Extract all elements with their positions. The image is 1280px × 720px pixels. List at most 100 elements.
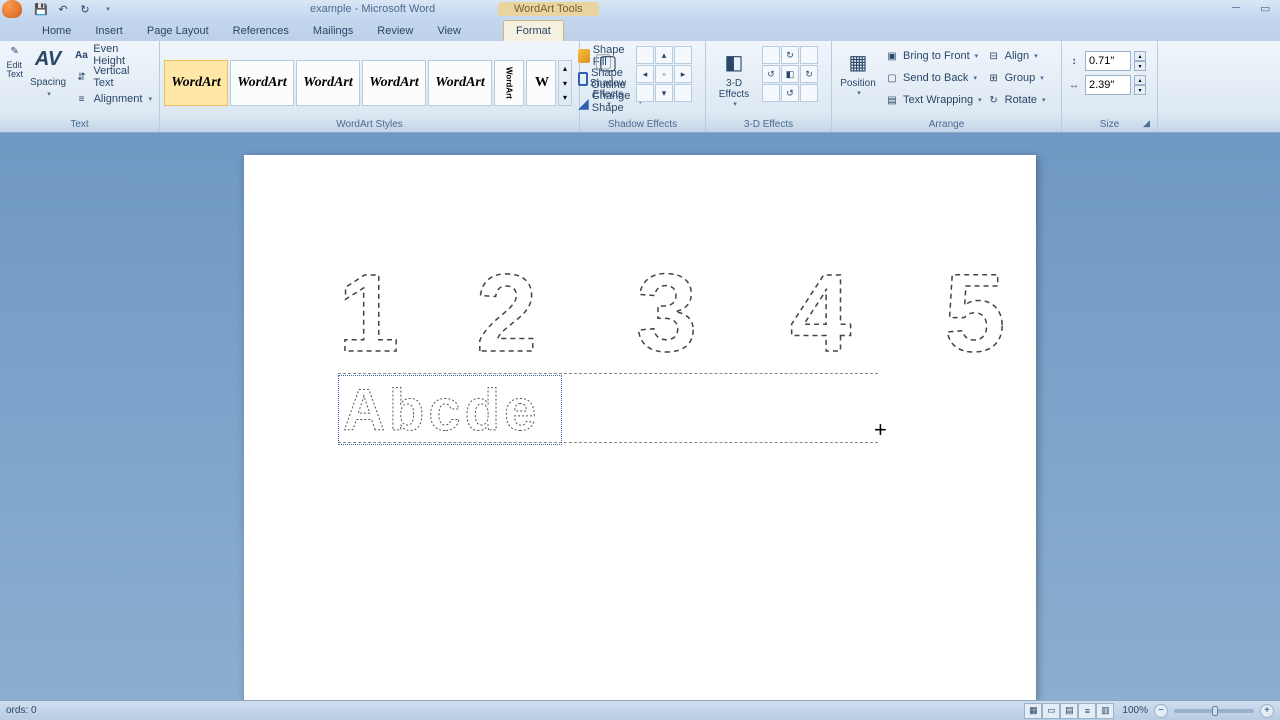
rotate-icon: ↻: [986, 92, 1002, 108]
redo-icon[interactable]: ↻: [76, 1, 94, 17]
width-up[interactable]: ▴: [1134, 75, 1146, 85]
style-preset-1[interactable]: WordArt: [164, 60, 228, 106]
3d-tilt-nw[interactable]: [762, 46, 780, 64]
3d-tilt-up[interactable]: ↻: [781, 46, 799, 64]
svg-text:Abcde: Abcde: [343, 378, 540, 442]
tab-page-layout[interactable]: Page Layout: [135, 21, 221, 41]
zoom-in-button[interactable]: +: [1260, 704, 1274, 718]
shadow-nudge-se[interactable]: [674, 84, 692, 102]
3d-tilt-right[interactable]: ↻: [800, 65, 818, 83]
zoom-level[interactable]: 100%: [1122, 705, 1148, 716]
width-down[interactable]: ▾: [1134, 85, 1146, 95]
view-outline[interactable]: ≡: [1078, 703, 1096, 719]
shadow-nudge-ne[interactable]: [674, 46, 692, 64]
group-label-arrange: Arrange: [836, 117, 1057, 132]
page[interactable]: 1 2 3 4 5 Abcde +: [244, 155, 1036, 700]
shadow-nudge-right[interactable]: ▸: [674, 65, 692, 83]
gallery-up-icon[interactable]: ▴: [559, 61, 571, 76]
even-height-button[interactable]: Aa Even Height: [71, 45, 155, 65]
spacing-button[interactable]: AV Spacing ▾: [28, 43, 69, 117]
width-icon: ↔: [1066, 77, 1082, 93]
bring-to-front-button[interactable]: ▣ Bring to Front▾: [884, 46, 982, 66]
height-up[interactable]: ▴: [1134, 51, 1146, 61]
shadow-nudge-down[interactable]: ▾: [655, 84, 673, 102]
gallery-down-icon[interactable]: ▾: [559, 76, 571, 91]
word-count[interactable]: ords: 0: [6, 705, 1024, 716]
wordart-numbers[interactable]: 1 2 3 4 5: [338, 251, 1026, 386]
shadow-nudge-up[interactable]: ▴: [655, 46, 673, 64]
send-to-back-button[interactable]: ▢ Send to Back▾: [884, 68, 982, 88]
view-full-screen[interactable]: ▭: [1042, 703, 1060, 719]
minimize-button[interactable]: ─: [1232, 2, 1248, 16]
width-input[interactable]: [1085, 75, 1131, 95]
office-button[interactable]: [2, 0, 22, 18]
style-preset-6[interactable]: WordArt: [494, 60, 524, 106]
svg-text:2: 2: [476, 252, 537, 361]
shadow-nudge-sw[interactable]: [636, 84, 654, 102]
gallery-scroll: ▴ ▾ ▾: [558, 60, 572, 106]
3d-tilt-se[interactable]: [800, 84, 818, 102]
alignment-button[interactable]: ≡ Alignment ▾: [71, 89, 155, 109]
view-web-layout[interactable]: ▤: [1060, 703, 1078, 719]
svg-text:3: 3: [636, 252, 697, 361]
3d-tilt-left[interactable]: ↺: [762, 65, 780, 83]
shadow-nudge-nw[interactable]: [636, 46, 654, 64]
3d-effects-button[interactable]: ◧ 3-D Effects ▾: [710, 46, 758, 108]
height-input[interactable]: [1085, 51, 1131, 71]
document-area: 1 2 3 4 5 Abcde +: [0, 133, 1280, 700]
save-icon[interactable]: 💾: [32, 1, 50, 17]
wordart-letters-selection[interactable]: Abcde: [338, 375, 562, 445]
3d-tilt-sw[interactable]: [762, 84, 780, 102]
vertical-text-icon: ⇵: [74, 69, 90, 85]
maximize-button[interactable]: ▭: [1260, 2, 1276, 16]
3d-tilt-ne[interactable]: [800, 46, 818, 64]
align-button[interactable]: ⊟ Align▾: [986, 46, 1046, 66]
height-icon: ↕: [1066, 53, 1082, 69]
status-bar: ords: 0 ▦ ▭ ▤ ≡ ▥ 100% − +: [0, 700, 1280, 720]
group-label-size: Size: [1066, 117, 1153, 132]
3d-tilt-down[interactable]: ↺: [781, 84, 799, 102]
style-preset-7[interactable]: W: [526, 60, 556, 106]
window-title: example - Microsoft Word: [310, 3, 435, 15]
zoom-out-button[interactable]: −: [1154, 704, 1168, 718]
shadow-nudge-left[interactable]: ◂: [636, 65, 654, 83]
qat-customize-icon[interactable]: ▾: [98, 1, 116, 17]
height-down[interactable]: ▾: [1134, 61, 1146, 71]
3d-toggle[interactable]: ◧: [781, 65, 799, 83]
gallery-more-icon[interactable]: ▾: [559, 90, 571, 105]
contextual-tab-label: WordArt Tools: [498, 2, 599, 16]
rotate-button[interactable]: ↻ Rotate▾: [986, 90, 1046, 110]
size-dialog-launcher[interactable]: ◢: [1143, 118, 1155, 130]
zoom-slider[interactable]: [1174, 709, 1254, 713]
group-wordart-styles: WordArt WordArt WordArt WordArt WordArt …: [160, 41, 580, 132]
group-text: ✎ EditText AV Spacing ▾ Aa Even Height ⇵…: [0, 41, 160, 132]
tab-insert[interactable]: Insert: [83, 21, 135, 41]
group-size: ↕ ▴▾ ↔ ▴▾ Size ◢: [1062, 41, 1158, 132]
style-preset-5[interactable]: WordArt: [428, 60, 492, 106]
even-height-icon: Aa: [74, 47, 90, 63]
svg-text:5: 5: [944, 252, 1005, 361]
edit-text-button[interactable]: ✎ EditText: [4, 43, 26, 117]
tab-references[interactable]: References: [221, 21, 301, 41]
group-button[interactable]: ⊞ Group▾: [986, 68, 1046, 88]
style-preset-2[interactable]: WordArt: [230, 60, 294, 106]
view-draft[interactable]: ▥: [1096, 703, 1114, 719]
tab-home[interactable]: Home: [30, 21, 83, 41]
group-label-text: Text: [4, 117, 155, 132]
text-wrapping-button[interactable]: ▤ Text Wrapping▾: [884, 90, 982, 110]
style-preset-3[interactable]: WordArt: [296, 60, 360, 106]
undo-icon[interactable]: ↶: [54, 1, 72, 17]
tab-format[interactable]: Format: [503, 20, 564, 41]
tab-review[interactable]: Review: [365, 21, 425, 41]
shadow-effects-button[interactable]: ▢▢ Shadow Effects ▾: [584, 46, 632, 108]
tab-mailings[interactable]: Mailings: [301, 21, 365, 41]
ribbon: ✎ EditText AV Spacing ▾ Aa Even Height ⇵…: [0, 41, 1280, 133]
view-print-layout[interactable]: ▦: [1024, 703, 1042, 719]
vertical-text-button[interactable]: ⇵ Vertical Text: [71, 67, 155, 87]
ribbon-tab-strip: Home Insert Page Layout References Maili…: [0, 18, 1280, 41]
shadow-toggle[interactable]: ▫: [655, 65, 673, 83]
styles-gallery: WordArt WordArt WordArt WordArt WordArt …: [164, 43, 572, 117]
tab-view[interactable]: View: [425, 21, 473, 41]
position-button[interactable]: ▦ Position ▾: [836, 46, 880, 110]
style-preset-4[interactable]: WordArt: [362, 60, 426, 106]
